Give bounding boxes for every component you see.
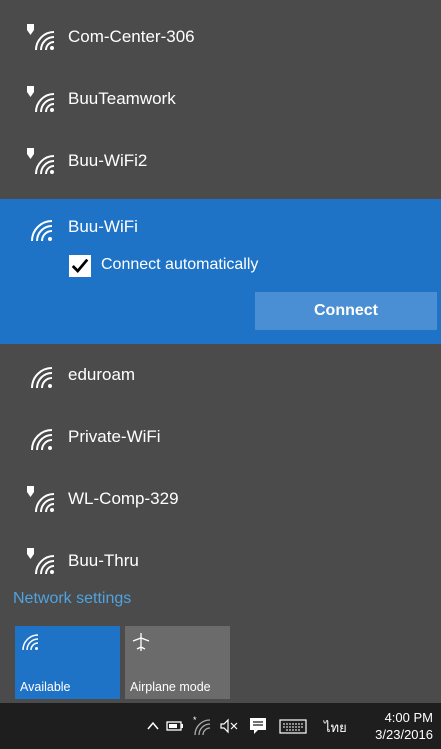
input-language[interactable]: ไทย — [324, 717, 347, 738]
action-center-icon[interactable] — [247, 715, 269, 737]
wifi-secured-icon — [27, 486, 55, 513]
network-item-private-wifi[interactable]: Private-WiFi — [0, 406, 441, 468]
wifi-tray-icon[interactable]: * — [192, 715, 212, 737]
airplane-icon — [132, 633, 150, 651]
available-label: Available — [20, 680, 71, 694]
wifi-icon — [31, 367, 53, 389]
airplane-mode-label: Airplane mode — [130, 680, 211, 694]
network-name: Buu-WiFi2 — [68, 151, 148, 170]
wifi-secured-icon — [27, 86, 55, 113]
chevron-up-icon[interactable] — [146, 715, 160, 737]
connect-automatically-label: Connect automatically — [101, 256, 259, 273]
network-item-com-center-306[interactable]: Com-Center-306 — [0, 6, 441, 68]
touch-keyboard-icon[interactable] — [278, 715, 308, 737]
connect-automatically-checkbox[interactable] — [69, 255, 91, 277]
wifi-icon — [22, 634, 39, 651]
connect-button[interactable]: Connect — [255, 292, 437, 330]
wifi-icon — [31, 429, 53, 451]
wifi-icon — [31, 220, 53, 242]
network-flyout: Com-Center-306 BuuTeamwork Buu-WiFi2 Buu… — [0, 0, 441, 703]
wifi-secured-icon — [27, 148, 55, 175]
network-settings-link[interactable]: Network settings — [13, 590, 131, 608]
wifi-secured-icon — [27, 24, 55, 51]
clock[interactable]: 4:00 PM 3/23/2016 — [375, 709, 433, 743]
network-item-buu-thru[interactable]: Buu-Thru — [0, 530, 441, 592]
network-name: BuuTeamwork — [68, 89, 176, 108]
network-item-wl-comp-329[interactable]: WL-Comp-329 — [0, 468, 441, 530]
network-name: Com-Center-306 — [68, 27, 195, 46]
network-item-eduroam[interactable]: eduroam — [0, 344, 441, 406]
volume-muted-icon[interactable] — [218, 715, 240, 737]
network-name: WL-Comp-329 — [68, 489, 179, 508]
wifi-toggle-tile[interactable]: Available — [15, 626, 120, 699]
network-name: eduroam — [68, 365, 136, 384]
battery-icon[interactable] — [165, 715, 185, 737]
clock-time: 4:00 PM — [384, 710, 433, 725]
network-item-buu-wifi2[interactable]: Buu-WiFi2 — [0, 130, 441, 192]
network-name: Buu-Thru — [68, 551, 139, 570]
network-name: Buu-WiFi — [68, 217, 138, 236]
network-item-buu-wifi-selected[interactable]: Buu-WiFi Connect automatically Connect — [0, 199, 441, 344]
network-item-buuteamwork[interactable]: BuuTeamwork — [0, 68, 441, 130]
network-name: Private-WiFi — [68, 427, 161, 446]
clock-date: 3/23/2016 — [375, 727, 433, 742]
airplane-mode-tile[interactable]: Airplane mode — [125, 626, 230, 699]
svg-text:*: * — [193, 715, 197, 725]
taskbar: * ไทย 4:00 PM 3/23/2016 — [0, 703, 441, 749]
checkmark-icon — [71, 258, 89, 274]
wifi-secured-icon — [27, 548, 55, 575]
